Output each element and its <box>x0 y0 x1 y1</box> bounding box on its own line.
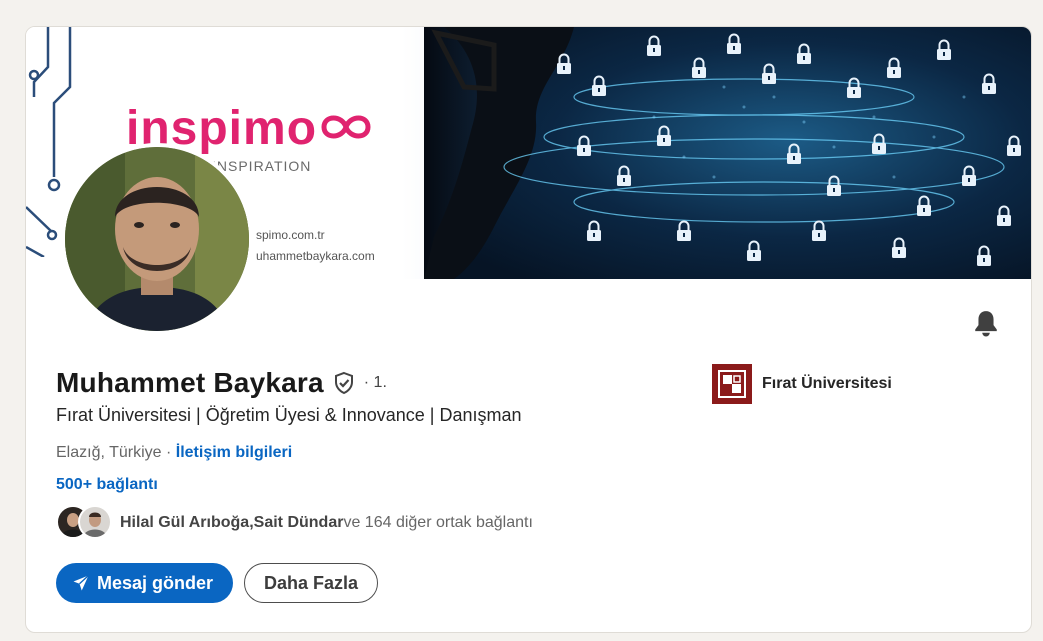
profile-headline: Fırat Üniversitesi | Öğretim Üyesi & Inn… <box>56 405 522 425</box>
send-message-button[interactable]: Mesaj gönder <box>56 563 234 603</box>
mutual-name-1: Hilal Gül Arıboğa <box>120 514 250 531</box>
mutual-connections[interactable]: Hilal Gül Arıboğa, Sait Dündar ve 164 di… <box>56 505 533 541</box>
profile-location: Elazığ, Türkiye <box>56 444 162 461</box>
mutual-avatar-2 <box>78 505 112 539</box>
contact-info-link[interactable]: İletişim bilgileri <box>176 444 292 461</box>
education-entry[interactable]: Fırat Üniversitesi <box>712 364 892 404</box>
profile-actions: Mesaj gönder Daha Fazla <box>56 563 379 603</box>
education-name: Fırat Üniversitesi <box>762 375 892 392</box>
avatar-photo <box>65 147 249 331</box>
banner-cyber-image <box>424 27 1031 279</box>
location-row: Elazığ, Türkiye · İletişim bilgileri <box>56 444 292 462</box>
profile-name: Muhammet Baykara <box>56 367 324 398</box>
website-1: spimo.com.tr <box>256 228 325 242</box>
brand-websites: spimo.com.tr uhammetbaykara.com <box>256 225 375 267</box>
notification-bell-button[interactable] <box>970 307 1002 339</box>
send-icon <box>73 575 89 591</box>
profile-card: inspimo INSPIRATION spimo.com.tr uhammet… <box>25 26 1032 633</box>
cyber-security-graphic <box>424 27 1031 279</box>
mutual-avatars <box>56 505 112 541</box>
location-separator: · <box>161 444 176 461</box>
infinity-logo-icon <box>321 115 371 139</box>
send-message-label: Mesaj gönder <box>97 572 214 593</box>
bell-icon <box>975 311 997 337</box>
more-button[interactable]: Daha Fazla <box>244 563 379 603</box>
mutual-rest: ve 164 diğer ortak bağlantı <box>343 514 533 531</box>
name-row: Muhammet Baykara · 1. <box>56 367 387 399</box>
website-2: uhammetbaykara.com <box>256 249 375 263</box>
connection-degree: · 1. <box>363 374 387 391</box>
connections-link[interactable]: 500+ bağlantı <box>56 476 158 494</box>
verified-shield-icon[interactable] <box>332 371 356 395</box>
brand-tagline: INSPIRATION <box>212 158 312 174</box>
mutual-name-2: Sait Dündar <box>253 514 344 531</box>
profile-avatar[interactable] <box>61 143 253 335</box>
university-logo-icon <box>712 364 752 404</box>
